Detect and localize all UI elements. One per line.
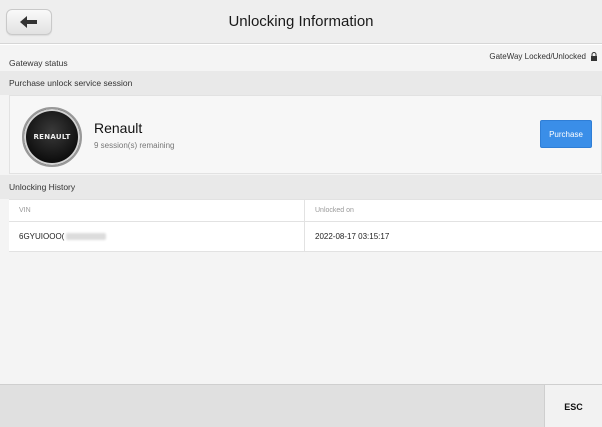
renault-logo-text: RENAULT — [33, 133, 71, 141]
lock-icon — [591, 52, 597, 61]
esc-button[interactable]: ESC — [544, 385, 602, 427]
table-row[interactable]: 6GYUIOOO( 2022-08-17 03:15:17 — [9, 222, 602, 252]
column-header-vin: VIN — [9, 200, 305, 221]
header-bar: Unlocking Information — [0, 0, 602, 44]
brand-card: RENAULT Renault 9 session(s) remaining P… — [9, 95, 602, 174]
vin-value: 6GYUIOOO( — [19, 232, 65, 241]
gateway-status-text: GateWay Locked/Unlocked — [489, 52, 586, 61]
vin-redacted — [66, 233, 107, 240]
purchase-section-label: Purchase unlock service session — [0, 71, 602, 95]
gateway-status: GateWay Locked/Unlocked — [489, 52, 597, 61]
unlocking-history-label: Unlocking History — [0, 175, 602, 199]
column-header-unlocked-on: Unlocked on — [315, 207, 354, 214]
vin-cell: 6GYUIOOO( — [9, 222, 305, 251]
table-header-row: VIN Unlocked on — [9, 200, 602, 222]
page-title: Unlocking Information — [228, 13, 374, 30]
purchase-button[interactable]: Purchase — [540, 120, 592, 148]
unlocked-on-cell: 2022-08-17 03:15:17 — [315, 232, 390, 241]
footer-bar: ESC — [0, 384, 602, 427]
renault-logo: RENAULT — [22, 107, 82, 167]
brand-name: Renault — [94, 120, 143, 136]
history-table: VIN Unlocked on 6GYUIOOO( 2022-08-17 03:… — [9, 199, 602, 252]
main-content: Gateway status GateWay Locked/Unlocked P… — [0, 45, 602, 384]
sessions-remaining: 9 session(s) remaining — [94, 141, 175, 150]
